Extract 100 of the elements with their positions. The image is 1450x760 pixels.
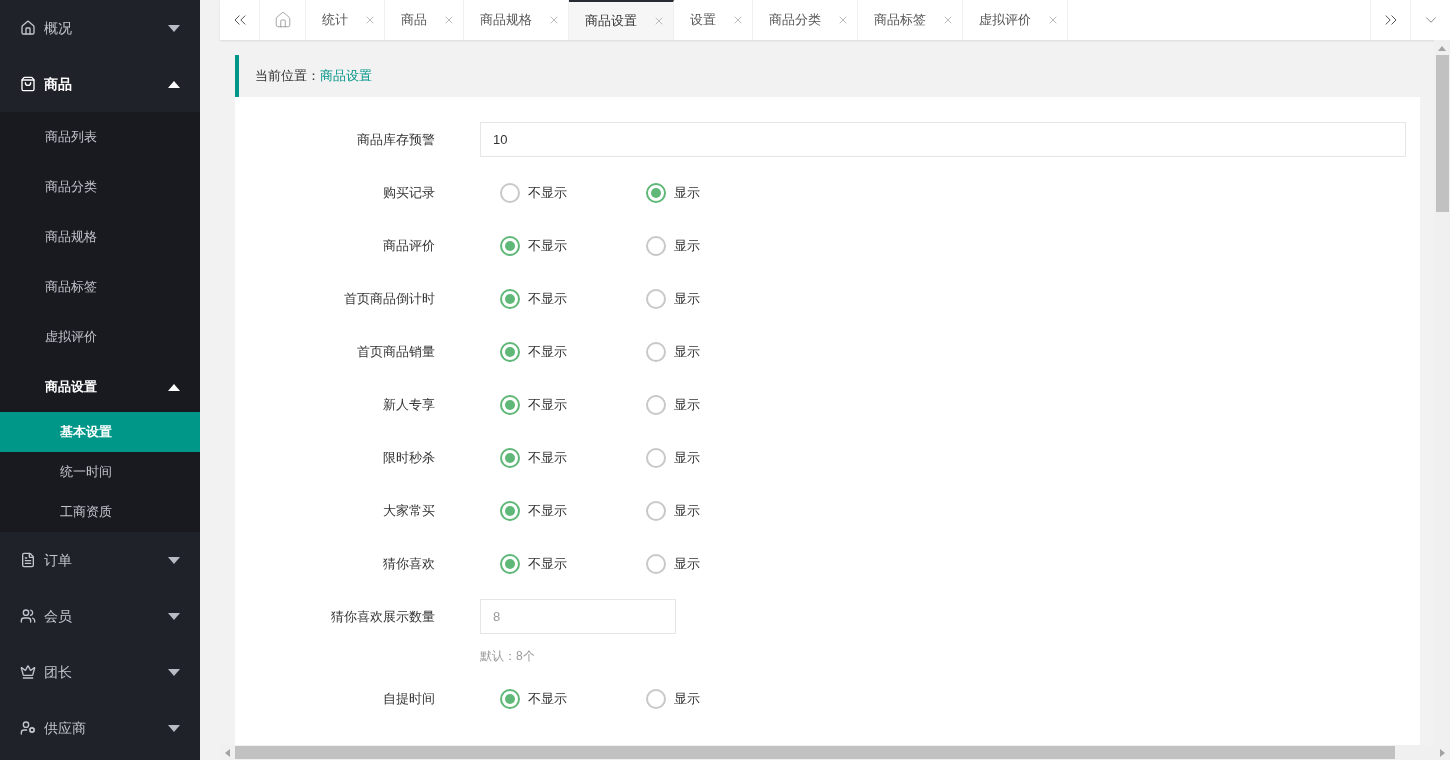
caret-icon	[168, 668, 180, 676]
tab[interactable]: 商品	[385, 0, 464, 40]
tab[interactable]: 虚拟评价	[963, 0, 1068, 40]
breadcrumb-label: 当前位置：	[255, 67, 320, 86]
tab[interactable]: 商品设置	[569, 0, 674, 40]
radio-button[interactable]	[646, 395, 666, 415]
close-icon[interactable]	[443, 14, 455, 26]
radio-option[interactable]: 显示	[646, 236, 792, 256]
radio-button[interactable]	[646, 289, 666, 309]
submenu-item[interactable]: 基本设置	[0, 412, 200, 452]
radio-option[interactable]: 不显示	[500, 448, 646, 468]
crown-icon	[20, 664, 36, 680]
radio-button[interactable]	[500, 501, 520, 521]
scroll-right-icon[interactable]	[1440, 748, 1445, 757]
radio-button[interactable]	[646, 236, 666, 256]
scroll-left-icon[interactable]	[225, 748, 230, 757]
radio-option[interactable]: 不显示	[500, 236, 646, 256]
users-icon	[20, 608, 36, 624]
field-label: 购买记录	[382, 184, 435, 203]
input-field[interactable]: 10	[480, 122, 1406, 157]
hint-text: 默认：8个	[480, 648, 536, 665]
tab[interactable]: 商品标签	[858, 0, 963, 40]
close-icon[interactable]	[837, 14, 849, 26]
scrollbar-thumb[interactable]	[1435, 55, 1449, 212]
caret-icon	[168, 724, 180, 732]
radio-button[interactable]	[500, 183, 520, 203]
caret-icon	[168, 556, 180, 564]
radio-option[interactable]: 显示	[646, 395, 792, 415]
input-field[interactable]: 8	[480, 599, 676, 634]
sidebar-item[interactable]: 概况	[0, 0, 200, 56]
field-label: 首页商品销量	[356, 343, 435, 362]
radio-button[interactable]	[500, 448, 520, 468]
radio-option[interactable]: 显示	[646, 289, 792, 309]
close-icon[interactable]	[942, 14, 954, 26]
sidebar-item[interactable]: 团长	[0, 644, 200, 700]
sidebar-item[interactable]: 供应商	[0, 700, 200, 756]
radio-option[interactable]: 显示	[646, 448, 792, 468]
radio-option[interactable]: 不显示	[500, 342, 646, 362]
radio-button[interactable]	[646, 183, 666, 203]
radio-option[interactable]: 显示	[646, 183, 792, 203]
home-icon	[273, 11, 292, 29]
radio-button[interactable]	[500, 554, 520, 574]
home-icon	[20, 20, 36, 36]
close-icon[interactable]	[364, 14, 376, 26]
field-label: 限时秒杀	[382, 449, 435, 468]
radio-button[interactable]	[646, 554, 666, 574]
radio-option[interactable]: 显示	[646, 554, 792, 574]
submenu-item[interactable]: 商品标签	[0, 262, 200, 312]
field-label: 自提时间	[382, 690, 435, 709]
tab[interactable]: 统计	[306, 0, 385, 40]
tab[interactable]: 设置	[674, 0, 753, 40]
bag-icon	[20, 76, 36, 92]
radio-option[interactable]: 显示	[646, 689, 792, 709]
radio-button[interactable]	[646, 689, 666, 709]
radio-button[interactable]	[646, 501, 666, 521]
caret-icon	[168, 612, 180, 620]
caret-icon	[168, 24, 180, 32]
radio-option[interactable]: 显示	[646, 501, 792, 521]
close-icon[interactable]	[732, 14, 744, 26]
submenu-item[interactable]: 虚拟评价	[0, 312, 200, 362]
scroll-up-icon[interactable]	[1438, 46, 1446, 51]
field-label: 大家常买	[382, 502, 435, 521]
field-label: 首页商品倒计时	[343, 290, 435, 309]
caret-icon	[168, 80, 180, 88]
radio-option[interactable]: 不显示	[500, 289, 646, 309]
caret-icon	[168, 383, 180, 391]
sidebar-item[interactable]: 订单	[0, 532, 200, 588]
radio-button[interactable]	[500, 395, 520, 415]
submenu-item[interactable]: 统一时间	[0, 452, 200, 492]
submenu-item[interactable]: 商品设置	[0, 362, 200, 412]
document-icon	[20, 552, 36, 568]
sidebar-item[interactable]: 商品	[0, 56, 200, 112]
submenu-item[interactable]: 商品规格	[0, 212, 200, 262]
radio-option[interactable]: 不显示	[500, 554, 646, 574]
user-gear-icon	[20, 720, 36, 736]
radio-option[interactable]: 显示	[646, 342, 792, 362]
close-icon[interactable]	[653, 15, 665, 27]
submenu-item[interactable]: 工商资质	[0, 492, 200, 532]
radio-button[interactable]	[500, 342, 520, 362]
field-label: 猜你喜欢展示数量	[330, 608, 435, 627]
radio-option[interactable]: 不显示	[500, 183, 646, 203]
radio-button[interactable]	[500, 689, 520, 709]
radio-button[interactable]	[646, 342, 666, 362]
tab[interactable]: 商品分类	[753, 0, 858, 40]
close-icon[interactable]	[1047, 14, 1059, 26]
field-label: 新人专享	[382, 396, 435, 415]
radio-option[interactable]: 不显示	[500, 395, 646, 415]
radio-button[interactable]	[646, 448, 666, 468]
sidebar-item[interactable]: 会员	[0, 588, 200, 644]
close-icon[interactable]	[548, 14, 560, 26]
field-label: 猜你喜欢	[382, 555, 435, 574]
radio-option[interactable]: 不显示	[500, 501, 646, 521]
radio-option[interactable]: 不显示	[500, 689, 646, 709]
radio-button[interactable]	[500, 289, 520, 309]
submenu-item[interactable]: 商品列表	[0, 112, 200, 162]
field-label: 商品库存预警	[356, 131, 435, 150]
radio-button[interactable]	[500, 236, 520, 256]
field-label: 商品评价	[382, 237, 435, 256]
scrollbar-thumb[interactable]	[235, 746, 1395, 759]
submenu-item[interactable]: 商品分类	[0, 162, 200, 212]
